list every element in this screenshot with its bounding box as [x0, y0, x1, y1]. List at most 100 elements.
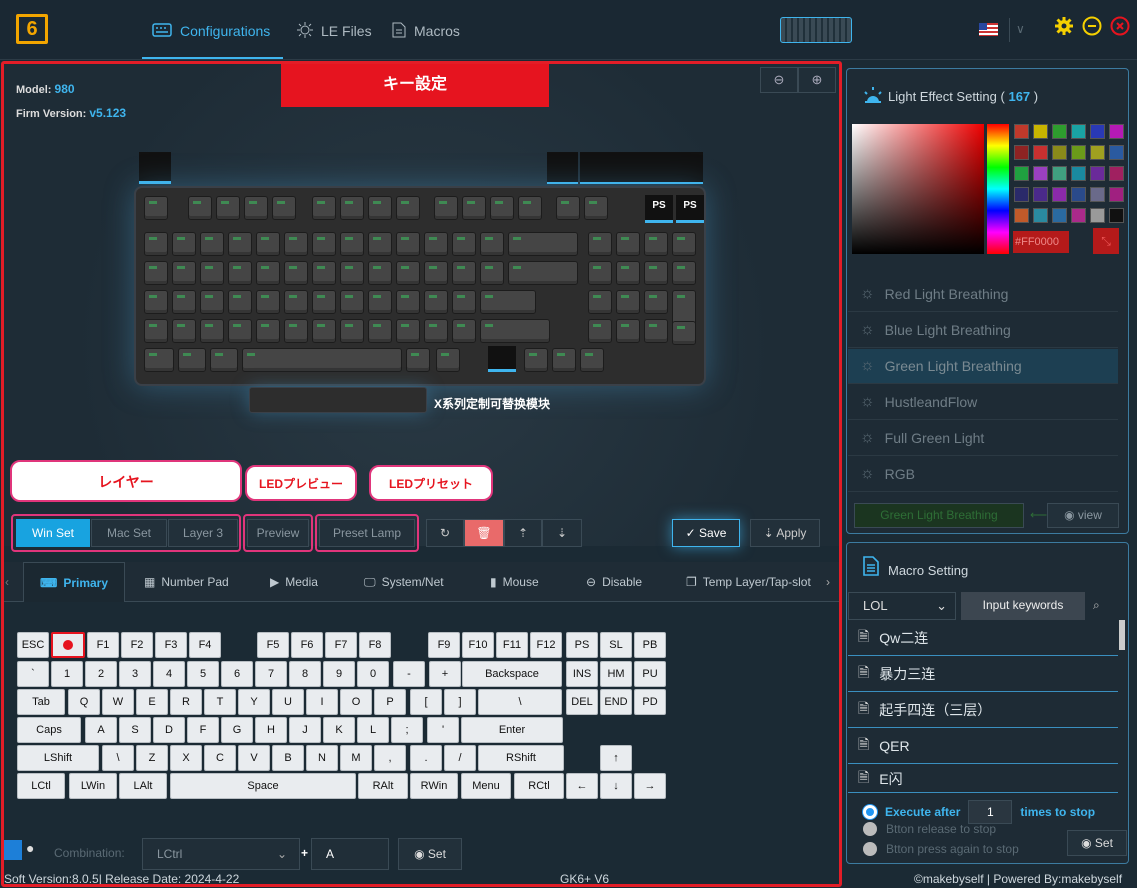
- color-swatch[interactable]: [1052, 145, 1067, 160]
- effect-item[interactable]: ☼ Full Green Light: [848, 421, 1118, 456]
- repeat-count[interactable]: 1: [968, 800, 1013, 824]
- color-swatch[interactable]: [1033, 187, 1048, 202]
- macro-item[interactable]: 🗎 暴力三连: [848, 657, 1118, 692]
- bulb-icon: ☼: [860, 465, 875, 482]
- effect-label: HustleandFlow: [884, 394, 978, 410]
- macro-label: QER: [879, 738, 910, 754]
- color-swatch[interactable]: [1014, 187, 1029, 202]
- color-swatch[interactable]: [1090, 145, 1105, 160]
- active-tab-indicator: [142, 57, 283, 59]
- device-thumbnail[interactable]: [780, 17, 852, 43]
- current-effect: Green Light Breathing: [854, 503, 1024, 528]
- color-swatch[interactable]: [1052, 187, 1067, 202]
- macro-item[interactable]: 🗎 起手四连（三层）: [848, 693, 1118, 728]
- macro-item[interactable]: 🗎 QER: [848, 729, 1118, 764]
- hex-input[interactable]: #FF0000: [1013, 231, 1069, 253]
- color-swatch[interactable]: [1071, 145, 1086, 160]
- color-swatch[interactable]: [1071, 208, 1086, 223]
- document-icon: [863, 556, 879, 579]
- tab-macros[interactable]: Macros: [392, 18, 460, 44]
- search-input[interactable]: Input keywords: [961, 592, 1085, 620]
- color-swatch[interactable]: [1052, 124, 1067, 139]
- bulb-icon: ☼: [860, 321, 875, 338]
- bulb-icon: ☼: [860, 429, 875, 446]
- color-swatch[interactable]: [1090, 124, 1105, 139]
- tab-configurations[interactable]: Configurations: [152, 18, 270, 44]
- hue-slider[interactable]: [987, 124, 1009, 254]
- effect-label: Blue Light Breathing: [884, 322, 1011, 338]
- macro-item[interactable]: 🗎 E闪: [848, 765, 1118, 793]
- option-press-again[interactable]: Btton press again to stop: [863, 842, 1019, 856]
- macro-set-button[interactable]: ◉ Set: [1067, 830, 1127, 856]
- macro-label: 暴力三连: [879, 666, 936, 682]
- tab-label: Configurations: [180, 23, 271, 39]
- bulb-icon: ☼: [860, 357, 875, 374]
- color-swatch[interactable]: [1052, 166, 1067, 181]
- effect-item[interactable]: ☼ RGB: [848, 457, 1118, 492]
- color-swatch[interactable]: [1109, 187, 1124, 202]
- color-picker-area[interactable]: [852, 124, 984, 254]
- app-logo: 6: [16, 14, 48, 44]
- option-execute[interactable]: Execute after 1 times to stop: [863, 800, 1095, 824]
- tab-label: LE Files: [321, 23, 372, 39]
- game-select[interactable]: LOL ⌄: [848, 592, 956, 620]
- sun-icon: [297, 21, 313, 41]
- radio[interactable]: [863, 842, 877, 856]
- color-swatch[interactable]: [1014, 208, 1029, 223]
- macro-item[interactable]: 🗎 Qw二连: [848, 621, 1118, 656]
- document-icon: 🗎: [858, 736, 870, 752]
- color-swatch[interactable]: [1109, 208, 1124, 223]
- color-swatch[interactable]: [1090, 166, 1105, 181]
- tab-label: Macros: [414, 23, 460, 39]
- color-swatch[interactable]: [1033, 124, 1048, 139]
- color-swatch[interactable]: [1071, 187, 1086, 202]
- color-swatch[interactable]: [1014, 166, 1029, 181]
- tab-le-files[interactable]: LE Files: [297, 18, 372, 44]
- radio[interactable]: [863, 822, 877, 836]
- color-swatch[interactable]: [1071, 166, 1086, 181]
- color-swatch[interactable]: [1090, 208, 1105, 223]
- color-swatch[interactable]: [1033, 208, 1048, 223]
- effect-item[interactable]: ☼ Blue Light Breathing: [848, 313, 1118, 348]
- color-swatch[interactable]: [1071, 124, 1086, 139]
- chevron-down-icon: ⌄: [936, 598, 947, 613]
- search-icon[interactable]: ⌕: [1093, 598, 1100, 613]
- document-icon: 🗎: [858, 768, 870, 785]
- color-swatch[interactable]: [1033, 145, 1048, 160]
- effect-label: Full Green Light: [884, 430, 985, 446]
- document-icon: [392, 22, 406, 41]
- light-effect-title: Light Effect Setting ( 167 ): [888, 89, 1039, 104]
- minimize-icon[interactable]: [1082, 16, 1102, 39]
- color-swatch[interactable]: [1033, 166, 1048, 181]
- light-icon: [862, 84, 884, 107]
- us-flag-icon[interactable]: [979, 23, 998, 36]
- color-swatch[interactable]: [1014, 124, 1029, 139]
- view-button[interactable]: ◉ view: [1047, 503, 1119, 528]
- option-release[interactable]: Btton release to stop: [863, 822, 996, 836]
- bulb-icon: ☼: [860, 285, 875, 302]
- effect-label: RGB: [884, 466, 916, 482]
- effect-item[interactable]: ☼ Green Light Breathing: [848, 349, 1118, 384]
- effect-item[interactable]: ☼ Red Light Breathing: [848, 277, 1118, 312]
- color-swatch[interactable]: [1052, 208, 1067, 223]
- color-swatch[interactable]: [1109, 145, 1124, 160]
- macro-label: 起手四连（三层）: [879, 702, 992, 718]
- eyedropper-icon[interactable]: ⤡: [1093, 228, 1119, 254]
- effect-item[interactable]: ☼ HustleandFlow: [848, 385, 1118, 420]
- divider: [1009, 18, 1010, 42]
- bulb-icon: ☼: [860, 393, 875, 410]
- highlight-frame: [1, 61, 842, 887]
- color-swatch[interactable]: [1090, 187, 1105, 202]
- macro-scrollbar[interactable]: [1119, 620, 1125, 650]
- close-icon[interactable]: [1110, 16, 1130, 39]
- document-icon: 🗎: [858, 700, 870, 716]
- effect-label: Green Light Breathing: [884, 358, 1022, 374]
- chevron-down-icon[interactable]: ∨: [1016, 22, 1025, 36]
- gear-icon[interactable]: [1054, 16, 1074, 39]
- color-swatch[interactable]: [1109, 166, 1124, 181]
- color-swatch[interactable]: [1109, 124, 1124, 139]
- credits: ©makebyself | Powered By:makebyself: [914, 872, 1123, 886]
- color-swatch[interactable]: [1014, 145, 1029, 160]
- radio-selected[interactable]: [863, 805, 877, 819]
- macro-title: Macro Setting: [888, 563, 969, 578]
